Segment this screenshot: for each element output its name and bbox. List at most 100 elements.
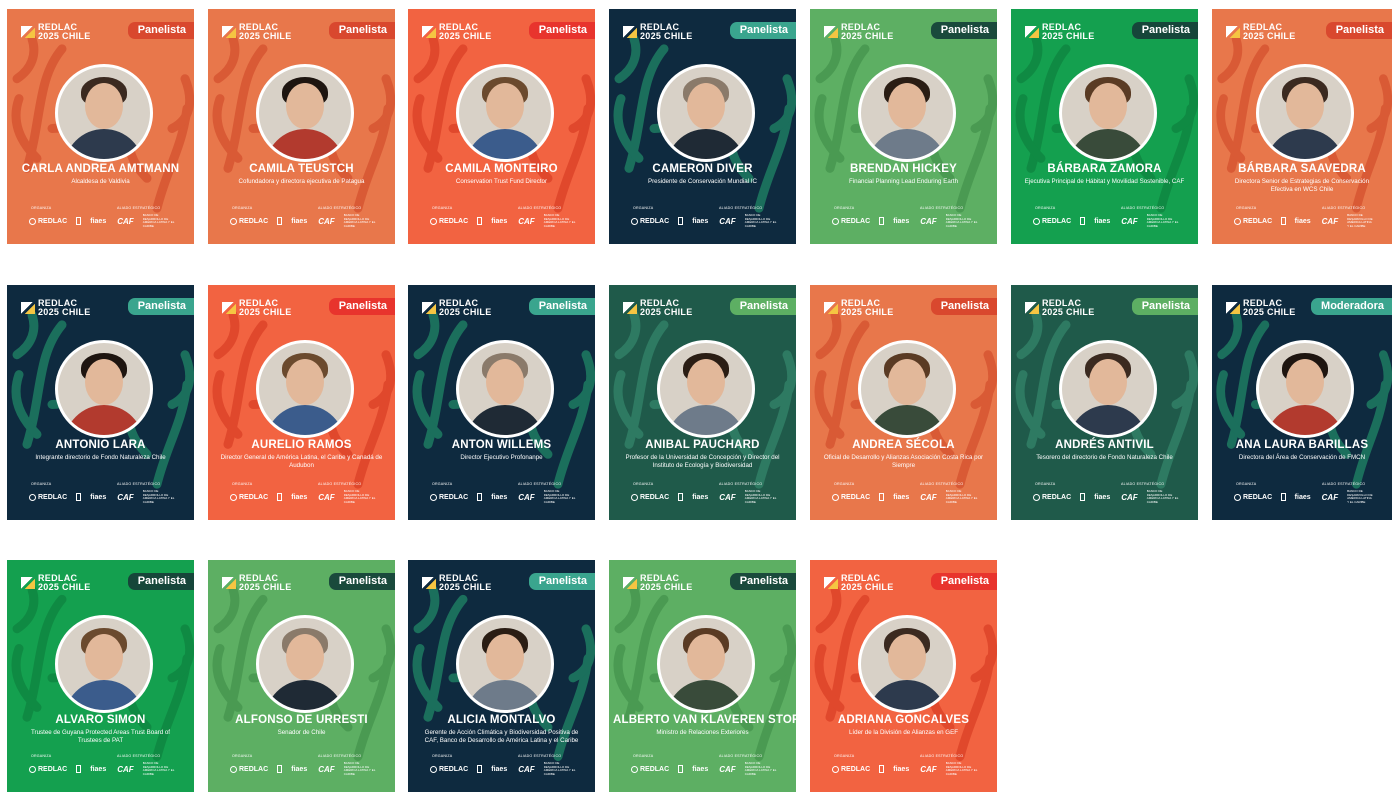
partner-logo-icon <box>477 765 483 773</box>
caf-logo: CAF <box>117 764 134 774</box>
caf-tagline: BANCO DE DESARROLLO DE AMÉRICA LATINA Y … <box>543 489 576 504</box>
fiaes-logo: fiaes <box>1094 217 1111 225</box>
aliado-label: ALIADO ESTRATÉGICO <box>117 754 161 758</box>
redlac-sponsor-logo: REDLAC <box>631 493 669 501</box>
caf-logo: CAF <box>318 764 335 774</box>
speaker-card-b-rbara-saavedra[interactable]: REDLAC 2025 CHILE Panelista BÁRBARA SAAVE… <box>1212 9 1392 244</box>
redlac-2025-chile-logo: REDLAC 2025 CHILE <box>623 574 693 592</box>
speaker-card-andr-s-antivil[interactable]: REDLAC 2025 CHILE Panelista ANDRÉS ANTIVI… <box>1011 285 1198 520</box>
speaker-name: ALFONSO DE URRESTI <box>235 714 368 726</box>
speaker-card-aurelio-ramos[interactable]: REDLAC 2025 CHILE Panelista AURELIO RAMOS… <box>208 285 395 520</box>
redlac-sponsor-logo: REDLAC <box>1033 493 1071 501</box>
speaker-card-anton-willems[interactable]: REDLAC 2025 CHILE Panelista ANTON WILLEMS… <box>408 285 595 520</box>
organiza-label: ORGANIZA <box>31 206 52 210</box>
speaker-photo <box>857 340 956 438</box>
redlac-mark-icon <box>21 302 35 314</box>
photo-body-shape <box>866 405 947 435</box>
aliado-label: ALIADO ESTRATÉGICO <box>117 482 161 486</box>
speaker-card-ana-laura-barillas[interactable]: REDLAC 2025 CHILE Moderadora ANA LAURA BA… <box>1212 285 1392 520</box>
redlac-mark-icon <box>222 26 236 38</box>
organiza-label: ORGANIZA <box>633 482 654 486</box>
redlac-sponsor-logo: REDLAC <box>230 493 268 501</box>
aliado-label: ALIADO ESTRATÉGICO <box>920 206 964 210</box>
fiaes-logo: fiaes <box>893 765 910 773</box>
caf-logo: CAF <box>318 492 335 502</box>
redlac-sponsor-logo: REDLAC <box>631 765 669 773</box>
caf-logo: CAF <box>1121 216 1138 226</box>
aliado-label: ALIADO ESTRATÉGICO <box>719 482 763 486</box>
fiaes-logo: fiaes <box>893 217 910 225</box>
speaker-card-adriana-goncalves[interactable]: REDLAC 2025 CHILE Panelista ADRIANA GONCA… <box>810 560 997 792</box>
redlac-mark-icon <box>422 26 436 38</box>
speaker-card-antonio-lara[interactable]: REDLAC 2025 CHILE Panelista ANTONIO LARA … <box>7 285 194 520</box>
photo-head-shape <box>84 634 123 680</box>
partner-logo-icon <box>1080 217 1086 225</box>
sponsor-footer: ORGANIZA ALIADO ESTRATÉGICO REDLAC fiaes… <box>29 754 176 778</box>
aliado-label: ALIADO ESTRATÉGICO <box>1322 206 1366 210</box>
speaker-role: Directora del Área de Conservación de FM… <box>1238 454 1366 461</box>
speaker-card-carla-andrea-amtmann[interactable]: REDLAC 2025 CHILE Panelista CARLA ANDREA … <box>7 9 194 244</box>
organiza-label: ORGANIZA <box>633 206 654 210</box>
redlac-mark-icon <box>1226 302 1240 314</box>
speaker-role: Profesor de la Universidad de Concepción… <box>625 454 780 469</box>
speaker-card-camila-teustch[interactable]: REDLAC 2025 CHILE Panelista CAMILA TEUSTC… <box>208 9 395 244</box>
speaker-name: CARLA ANDREA AMTMANN <box>21 163 180 175</box>
partner-logo-icon <box>76 765 82 773</box>
speaker-card-camila-monteiro[interactable]: REDLAC 2025 CHILE Panelista CAMILA MONTEI… <box>408 9 595 244</box>
caf-tagline: BANCO DE DESARROLLO DE AMÉRICA LATINA Y … <box>744 213 777 228</box>
redlac-2025-chile-logo: REDLAC 2025 CHILE <box>623 299 693 317</box>
photo-head-shape <box>84 83 123 129</box>
organiza-label: ORGANIZA <box>432 482 453 486</box>
role-badge: Panelista <box>528 22 595 39</box>
photo-body-shape <box>665 680 746 710</box>
fiaes-logo: fiaes <box>692 765 709 773</box>
speaker-name: CAMILA MONTEIRO <box>445 163 558 175</box>
caf-logo: CAF <box>920 216 937 226</box>
caf-logo: CAF <box>518 216 535 226</box>
speaker-card-b-rbara-zamora[interactable]: REDLAC 2025 CHILE Panelista BÁRBARA ZAMOR… <box>1011 9 1198 244</box>
organiza-label: ORGANIZA <box>834 754 855 758</box>
photo-body-shape <box>1067 405 1148 435</box>
redlac-sponsor-logo: REDLAC <box>430 493 468 501</box>
photo-head-shape <box>285 359 324 405</box>
partner-logo-icon <box>678 493 684 501</box>
fiaes-logo: fiaes <box>491 765 508 773</box>
speaker-photo <box>1256 64 1354 162</box>
sponsor-footer: ORGANIZA ALIADO ESTRATÉGICO REDLAC fiaes… <box>1234 482 1374 506</box>
speaker-role: Ejecutiva Principal de Hábitat y Movilid… <box>1024 178 1185 185</box>
fiaes-logo: fiaes <box>1094 493 1111 501</box>
speaker-role: Directora Senior de Estrategias de Conse… <box>1234 178 1370 193</box>
photo-head-shape <box>1088 83 1127 129</box>
redlac-2025-chile-logo: REDLAC 2025 CHILE <box>623 23 693 41</box>
speaker-card-alberto-van-klaveren-stork[interactable]: REDLAC 2025 CHILE Panelista ALBERTO VAN K… <box>609 560 796 792</box>
photo-head-shape <box>285 634 324 680</box>
speaker-role: Oficial de Desarrollo y Alianzas Asociac… <box>823 454 984 469</box>
speaker-card-brendan-hickey[interactable]: REDLAC 2025 CHILE Panelista BRENDAN HICKE… <box>810 9 997 244</box>
redlac-sponsor-logo: REDLAC <box>230 765 268 773</box>
speaker-name: ALVARO SIMON <box>55 714 146 726</box>
fiaes-logo: fiaes <box>90 217 107 225</box>
speaker-photo <box>54 615 153 713</box>
speaker-card-alfonso-de-urresti[interactable]: REDLAC 2025 CHILE Panelista ALFONSO DE UR… <box>208 560 395 792</box>
speaker-card-alvaro-simon[interactable]: REDLAC 2025 CHILE Panelista ALVARO SIMON … <box>7 560 194 792</box>
speaker-photo <box>1256 340 1354 438</box>
redlac-mark-icon <box>824 26 838 38</box>
redlac-2025-chile-logo: REDLAC 2025 CHILE <box>1025 23 1095 41</box>
caf-tagline: BANCO DE DESARROLLO DE AMÉRICA LATINA Y … <box>343 213 376 228</box>
organiza-label: ORGANIZA <box>1236 482 1257 486</box>
redlac-sponsor-logo: REDLAC <box>832 493 870 501</box>
speaker-role: Conservation Trust Fund Director <box>455 178 548 185</box>
fiaes-logo: fiaes <box>491 493 508 501</box>
speaker-role: Senador de Chile <box>277 729 326 736</box>
fiaes-logo: fiaes <box>90 493 107 501</box>
speaker-card-anibal-pauchard[interactable]: REDLAC 2025 CHILE Panelista ANIBAL PAUCHA… <box>609 285 796 520</box>
caf-logo: CAF <box>719 764 736 774</box>
photo-head-shape <box>485 83 524 129</box>
speaker-card-andrea-s-cola[interactable]: REDLAC 2025 CHILE Panelista ANDREA SÉCOLA… <box>810 285 997 520</box>
speaker-card-alicia-montalvo[interactable]: REDLAC 2025 CHILE Panelista ALICIA MONTAL… <box>408 560 595 792</box>
speaker-photo <box>455 64 554 162</box>
aliado-label: ALIADO ESTRATÉGICO <box>518 482 562 486</box>
sponsor-footer: ORGANIZA ALIADO ESTRATÉGICO REDLAC fiaes… <box>230 206 377 230</box>
speaker-card-cameron-diver[interactable]: REDLAC 2025 CHILE Panelista CAMERON DIVER… <box>609 9 796 244</box>
speaker-name: ANA LAURA BARILLAS <box>1235 439 1369 451</box>
